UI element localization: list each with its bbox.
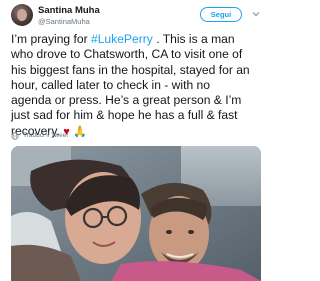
tweet-line: hour, called later to check in - with no [11, 77, 210, 92]
tweet-text: I’m praying for #LukePerry . This is a m… [11, 32, 267, 139]
tweet-line: agenda or press. He’s a great person & I… [11, 93, 242, 108]
hashtag-link[interactable]: #LukePerry [91, 32, 153, 46]
chevron-down-icon[interactable] [251, 9, 261, 19]
tweet-text-segment: I’m praying for [11, 32, 91, 46]
praying-hands-emoji-icon: 🙏 [73, 125, 87, 138]
tweet-line: just sad for him & hope he has a full & … [11, 108, 238, 123]
follow-button[interactable]: Segui [200, 7, 242, 22]
globe-icon [11, 132, 19, 140]
tweet-line: I’m praying for #LukePerry . This is a m… [11, 32, 267, 47]
tweet-photo[interactable] [11, 146, 261, 281]
tweet-card: Santina Muha @SantinaMuha Segui I’m pray… [0, 0, 271, 281]
author-handle[interactable]: @SantinaMuha [38, 17, 90, 26]
tweet-line: his biggest fans in the hospital, stayed… [11, 62, 250, 77]
tweet-line: who drove to Chatsworth, CA to visit one… [11, 47, 243, 62]
tweet-text-segment: . This is a man [152, 32, 235, 46]
author-display-name[interactable]: Santina Muha [38, 5, 100, 16]
selfie-photo-image [11, 146, 261, 281]
author-avatar[interactable] [11, 4, 33, 26]
translate-tweet-link[interactable]: Traduci il Tweet [23, 131, 68, 141]
avatar-face [17, 9, 27, 21]
